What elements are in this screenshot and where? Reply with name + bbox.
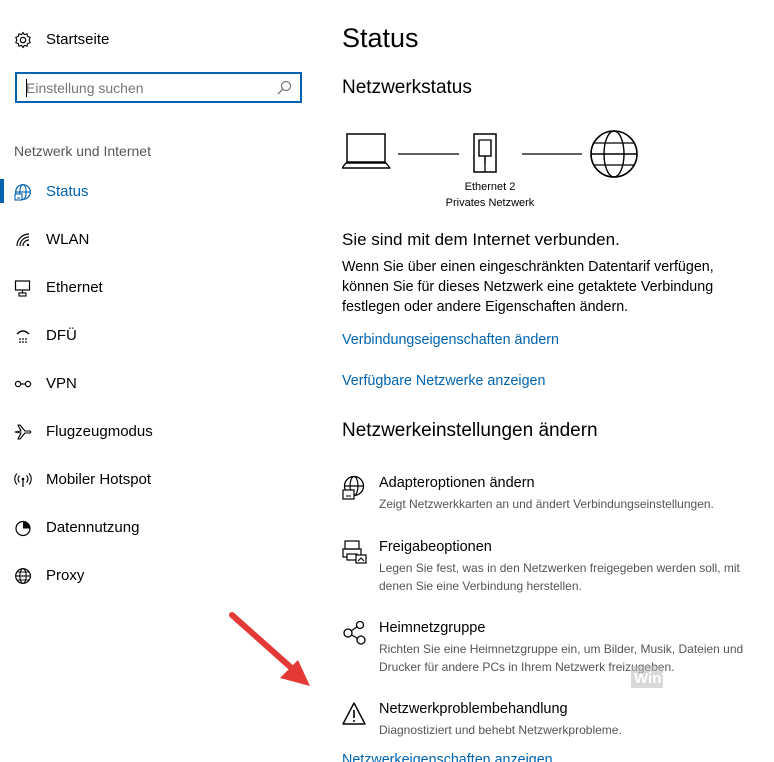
change-connection-properties-link[interactable]: Verbindungseigenschaften ändern [342,332,559,348]
search-icon[interactable] [276,80,292,96]
network-diagram-graphic [341,130,638,178]
watermark-logo: WinTotal [631,666,696,688]
sidebar-item-label: Status [46,183,89,200]
main-content: Status Netzwerkstatus Ethernet 2 Private… [341,0,774,762]
option-title: Adapteroptionen ändern [379,475,535,491]
homegroup-icon [343,620,366,645]
section-header: Netzwerk und Internet [14,143,151,159]
change-settings-heading: Netzwerkeinstellungen ändern [342,420,598,441]
sidebar-item-datennutzung[interactable]: Datennutzung [0,516,310,540]
sidebar-item-dfu[interactable]: DFÜ [0,324,310,348]
globe-status-icon [14,184,31,201]
metered-info-text: Wenn Sie über einen eingeschränkten Date… [342,259,714,315]
option-title: Netzwerkproblembehandlung [379,701,568,717]
sidebar-item-proxy[interactable]: Proxy [0,564,310,588]
sidebar-item-label: DFÜ [46,327,77,344]
option-title: Heimnetzgruppe [379,620,486,636]
sidebar-item-label: VPN [46,375,77,392]
sidebar-item-ethernet[interactable]: Ethernet [0,276,310,300]
search-box[interactable] [15,72,302,103]
internet-globe-icon [590,130,638,178]
ethernet-icon [14,280,31,297]
show-network-properties-link[interactable]: Netzwerkeigenschaften anzeigen [342,752,553,762]
show-available-networks-link[interactable]: Verfügbare Netzwerke anzeigen [342,373,545,389]
home-link[interactable]: Startseite [14,30,109,50]
option-description: Zeigt Netzwerkkarten an und ändert Verbi… [379,497,714,511]
network-status-heading: Netzwerkstatus [342,77,472,98]
sidebar-item-label: Datennutzung [46,519,140,536]
option-description: Diagnostiziert und behebt Netzwerkproble… [379,723,622,737]
network-diagram: Ethernet 2 Privates Netzwerk [341,128,662,218]
home-label: Startseite [46,31,110,48]
sidebar-item-label: Flugzeugmodus [46,423,153,440]
sidebar-item-mobiler-hotspot[interactable]: Mobiler Hotspot [0,468,310,492]
sidebar-item-label: Mobiler Hotspot [46,471,152,488]
sidebar-item-flugzeugmodus[interactable]: Flugzeugmodus [0,420,310,444]
adapter-icon [342,475,365,500]
vpn-icon [14,380,32,388]
connection-status: Sie sind mit dem Internet verbunden. [342,230,620,249]
sidebar-item-label: WLAN [46,231,90,248]
annotation-arrow [229,612,310,686]
adapter-caption: Ethernet 2 Privates Netzwerk [420,179,560,211]
sidebar-item-vpn[interactable]: VPN [0,372,310,396]
option-title: Freigabeoptionen [379,539,492,555]
svg-text:WinTotal: WinTotal [634,670,696,687]
sidebar-item-status[interactable]: Status [0,179,310,204]
adapter-name: Ethernet 2 [464,181,516,193]
option-description: Legen Sie fest, was in den Netzwerken fr… [379,561,740,593]
hotspot-icon [14,473,32,487]
warning-icon [342,702,366,725]
active-indicator [0,179,4,203]
dialup-icon [16,330,30,343]
data-usage-icon [15,520,31,537]
sidebar-item-label: Ethernet [46,279,103,296]
sidebar-item-wlan[interactable]: WLAN [0,228,310,252]
ethernet-port-icon [473,133,497,173]
wifi-icon [16,233,30,247]
sharing-icon [342,540,367,564]
page-title: Status [342,23,419,53]
sidebar-item-label: Proxy [46,567,85,584]
search-input[interactable] [26,78,276,98]
airplane-icon [14,424,32,440]
globe-icon [15,568,31,584]
option-description: Richten Sie eine Heimnetzgruppe ein, um … [379,642,744,674]
laptop-icon [341,133,391,169]
network-type: Privates Netzwerk [445,197,535,209]
gear-icon [15,31,31,49]
